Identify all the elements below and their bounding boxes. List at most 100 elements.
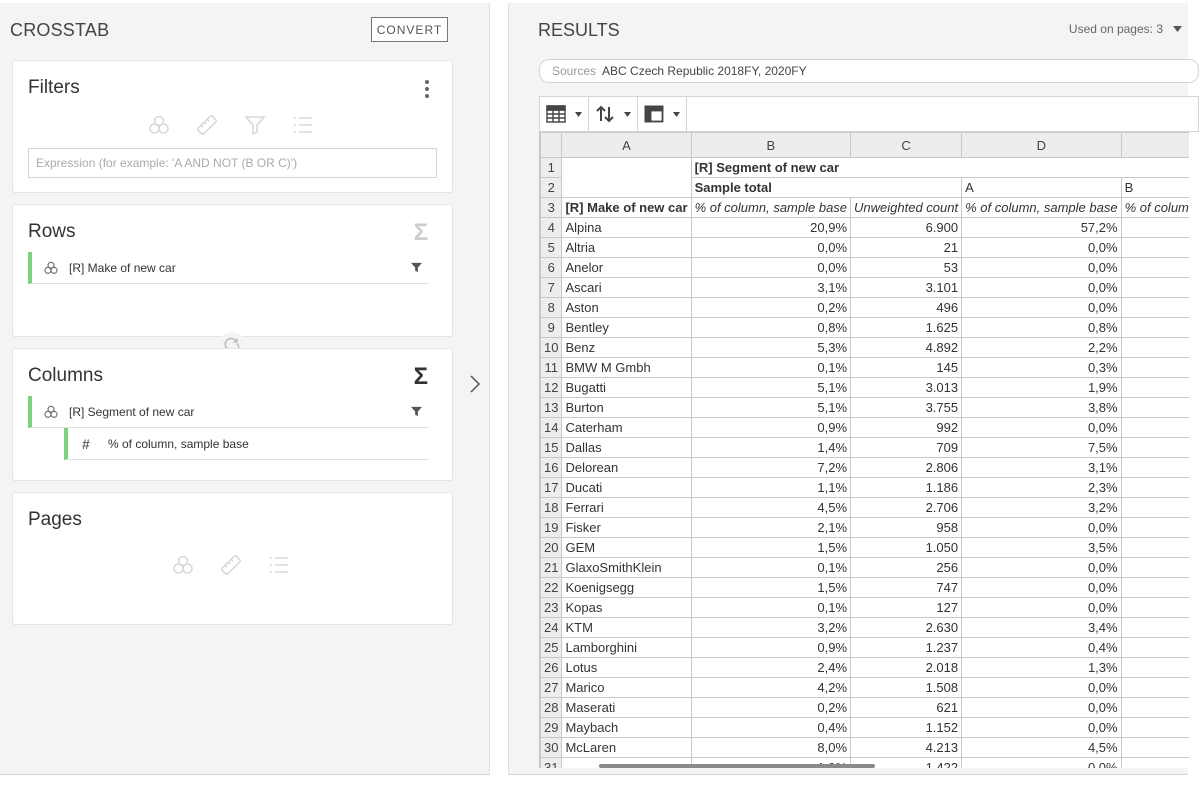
table-cell[interactable]: 7,5%: [1120, 377, 1189, 398]
sigma-icon[interactable]: Σ: [414, 219, 428, 247]
table-cell[interactable]: 20,4%: [1120, 217, 1189, 238]
table-cell[interactable]: 3,1%: [961, 457, 1122, 478]
table-cell[interactable]: 0,0%: [1120, 697, 1189, 718]
table-cell[interactable]: 0,0%: [1120, 557, 1189, 578]
row-number[interactable]: 20: [540, 537, 563, 558]
make-cell[interactable]: Alpina: [561, 217, 692, 238]
table-cell[interactable]: 0,9%: [690, 637, 852, 658]
table-cell[interactable]: 1.508: [850, 677, 963, 698]
row-number[interactable]: 30: [540, 737, 563, 758]
row-number[interactable]: 5: [540, 237, 563, 258]
make-cell[interactable]: Delorean: [561, 457, 692, 478]
table-cell[interactable]: 0,0%: [961, 717, 1122, 738]
table-cell[interactable]: 1.186: [850, 477, 963, 498]
table-cell[interactable]: [561, 157, 692, 198]
convert-button[interactable]: CONVERT: [371, 17, 448, 42]
make-cell[interactable]: Ascari: [561, 277, 692, 298]
table-cell[interactable]: 3,5%: [961, 537, 1122, 558]
table-cell[interactable]: 3,8%: [961, 397, 1122, 418]
table-cell[interactable]: 0,0%: [961, 677, 1122, 698]
more-options-icon[interactable]: [424, 80, 430, 98]
table-cell[interactable]: % of column, sample base: [961, 197, 1122, 218]
row-number[interactable]: 2: [540, 177, 563, 198]
corner-cell[interactable]: [540, 132, 563, 158]
table-cell[interactable]: 0,0%: [961, 257, 1122, 278]
row-number[interactable]: 17: [540, 477, 563, 498]
table-cell[interactable]: 0,0%: [1120, 357, 1189, 378]
make-cell[interactable]: Kopas: [561, 597, 692, 618]
results-grid[interactable]: A B C D E 1 [R] Segment of new car 2 Sam…: [539, 132, 1189, 768]
row-number[interactable]: 9: [540, 317, 563, 338]
table-cell[interactable]: 0,8%: [961, 317, 1122, 338]
used-on-pages-dropdown[interactable]: Used on pages: 3: [1069, 22, 1182, 36]
table-cell[interactable]: 0,1%: [690, 357, 852, 378]
horizontal-scrollbar[interactable]: [599, 764, 875, 768]
column-variable-item[interactable]: [R] Segment of new car: [28, 396, 429, 428]
table-cell[interactable]: 4,5%: [690, 497, 852, 518]
table-cell[interactable]: 3.101: [850, 277, 963, 298]
make-cell[interactable]: Dallas: [561, 437, 692, 458]
sort-button[interactable]: [589, 97, 638, 131]
make-cell[interactable]: Lotus: [561, 657, 692, 678]
column-header[interactable]: B: [690, 132, 852, 158]
table-cell[interactable]: 3.755: [850, 397, 963, 418]
expression-input[interactable]: [28, 148, 437, 178]
table-cell[interactable]: 3,1%: [690, 277, 852, 298]
make-cell[interactable]: GEM: [561, 537, 692, 558]
table-cell[interactable]: A: [961, 177, 1122, 198]
table-cell[interactable]: 0,9%: [1120, 537, 1189, 558]
table-cell[interactable]: 8,0%: [690, 737, 852, 758]
table-cell[interactable]: 8,8%: [1120, 457, 1189, 478]
table-cell[interactable]: 0,0%: [1120, 597, 1189, 618]
table-cell[interactable]: 0,0%: [961, 237, 1122, 258]
row-number[interactable]: 22: [540, 577, 563, 598]
table-cell[interactable]: 1,4%: [690, 437, 852, 458]
table-cell[interactable]: 1,0%: [1120, 477, 1189, 498]
statistic-item[interactable]: # % of column, sample base: [64, 428, 429, 460]
make-cell[interactable]: Anelor: [561, 257, 692, 278]
make-cell[interactable]: BMW M Gmbh: [561, 357, 692, 378]
make-cell[interactable]: McLaren: [561, 737, 692, 758]
table-cell[interactable]: 1.237: [850, 637, 963, 658]
table-cell[interactable]: 621: [850, 697, 963, 718]
table-cell[interactable]: 4,5%: [961, 737, 1122, 758]
row-number[interactable]: 3: [540, 197, 563, 218]
row-number[interactable]: 7: [540, 277, 563, 298]
row-number[interactable]: 25: [540, 637, 563, 658]
row-number[interactable]: 28: [540, 697, 563, 718]
table-cell[interactable]: 1.625: [850, 317, 963, 338]
table-cell[interactable]: 3,2%: [690, 617, 852, 638]
table-cell[interactable]: 0,0%: [961, 277, 1122, 298]
table-cell[interactable]: 3,2%: [961, 497, 1122, 518]
table-cell[interactable]: 2,4%: [690, 657, 852, 678]
table-cell[interactable]: 0,1%: [690, 557, 852, 578]
table-cell[interactable]: 7,2%: [690, 457, 852, 478]
sigma-icon[interactable]: Σ: [414, 363, 428, 391]
make-cell[interactable]: KTM: [561, 617, 692, 638]
row-number[interactable]: 1: [540, 157, 563, 178]
make-cell[interactable]: Maserati: [561, 697, 692, 718]
table-cell[interactable]: 2,3%: [1120, 657, 1189, 678]
table-cell[interactable]: 0,7%: [1120, 637, 1189, 658]
table-cell[interactable]: 0,0%: [961, 757, 1122, 768]
make-cell[interactable]: Altria: [561, 237, 692, 258]
row-number[interactable]: 21: [540, 557, 563, 578]
table-cell[interactable]: 7,5%: [961, 437, 1122, 458]
table-cell[interactable]: 2.706: [850, 497, 963, 518]
make-cell[interactable]: Marico: [561, 677, 692, 698]
table-cell[interactable]: Sample total: [690, 177, 963, 198]
table-cell[interactable]: 0,0%: [1120, 437, 1189, 458]
table-cell[interactable]: 3.013: [850, 377, 963, 398]
table-cell[interactable]: 0,0%: [961, 517, 1122, 538]
table-cell[interactable]: % of column, sample base: [1120, 197, 1189, 218]
table-cell[interactable]: 0,1%: [690, 597, 852, 618]
table-cell[interactable]: % of column, sample base: [690, 197, 852, 218]
table-cell[interactable]: 21: [850, 237, 963, 258]
table-cell[interactable]: 5,3%: [690, 337, 852, 358]
table-cell[interactable]: 3,4%: [961, 617, 1122, 638]
table-cell[interactable]: 0,0%: [961, 417, 1122, 438]
make-cell[interactable]: Fisker: [561, 517, 692, 538]
table-cell[interactable]: 0,0%: [690, 237, 852, 258]
table-cell[interactable]: 4,2%: [690, 677, 852, 698]
table-cell[interactable]: 709: [850, 437, 963, 458]
